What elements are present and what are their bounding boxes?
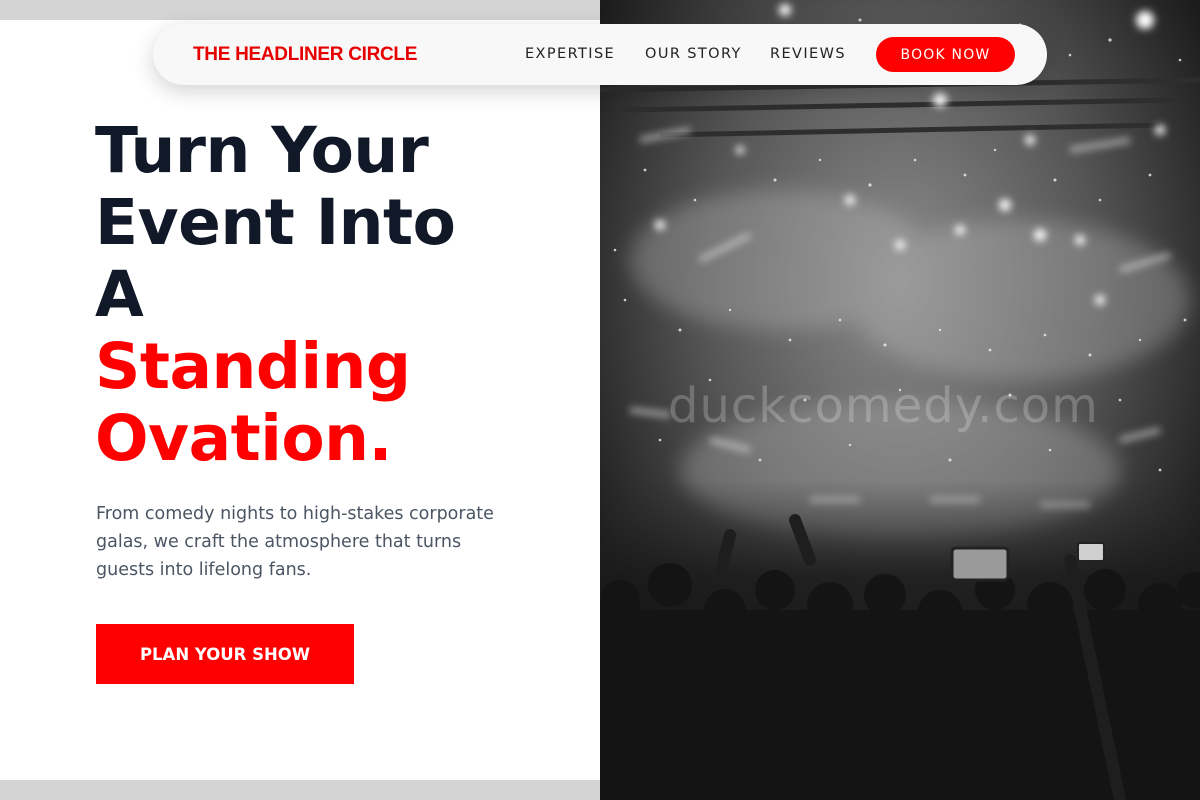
plan-your-show-button[interactable]: PLAN YOUR SHOW — [96, 624, 354, 684]
headline-accent-line: Ovation. — [95, 402, 392, 475]
nav-link-our-story[interactable]: OUR STORY — [645, 46, 742, 62]
watermark-text: duckcomedy.com — [668, 378, 1099, 434]
headline-line: Turn Your — [95, 114, 429, 187]
hero-headline: Turn Your Event Into A Standing Ovation. — [95, 115, 575, 475]
headline-accent-line: Standing — [95, 330, 411, 403]
headline-line: A — [95, 258, 144, 331]
brand-logo[interactable]: THE HEADLINER CIRCLE — [193, 44, 417, 66]
book-now-button[interactable]: BOOK NOW — [876, 37, 1015, 72]
nav-link-expertise[interactable]: EXPERTISE — [525, 46, 615, 62]
top-navbar: THE HEADLINER CIRCLE EXPERTISE OUR STORY… — [153, 24, 1047, 85]
headline-line: Event Into — [95, 186, 456, 259]
hero-subtext: From comedy nights to high-stakes corpor… — [96, 504, 494, 580]
nav-link-reviews[interactable]: REVIEWS — [770, 46, 846, 62]
